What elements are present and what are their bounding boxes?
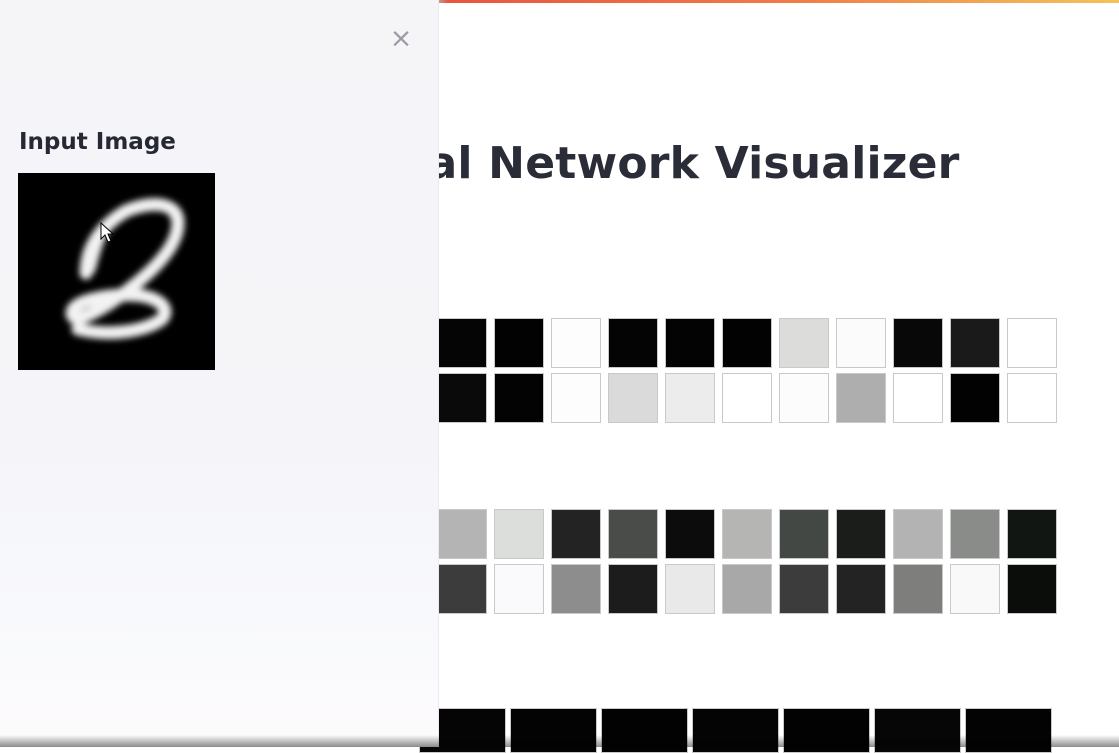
layer-2-neuron — [608, 509, 658, 559]
output-layer-neuron — [783, 708, 870, 753]
layer-2-neuron — [665, 509, 715, 559]
layer-2-neuron — [551, 509, 601, 559]
layer-1-neuron — [437, 373, 487, 423]
layer-1-neuron — [551, 373, 601, 423]
output-layer-neuron — [874, 708, 961, 753]
layer-2-neuron — [1007, 509, 1057, 559]
layer-1-neuron — [551, 318, 601, 368]
layer-2-neuron — [494, 564, 544, 614]
layer-1-neuron — [1007, 373, 1057, 423]
layer-1-neuron — [608, 373, 658, 423]
layer-1-neuron — [779, 318, 829, 368]
layer-1-neuron — [836, 373, 886, 423]
layer-2-neuron — [950, 509, 1000, 559]
layer-2-neuron — [665, 564, 715, 614]
layer-1-neuron — [722, 318, 772, 368]
layer-1-neuron — [437, 318, 487, 368]
layer-2-neuron — [950, 564, 1000, 614]
layer-1-neuron — [836, 318, 886, 368]
layer-1-neuron — [893, 318, 943, 368]
output-layer-neuron — [692, 708, 779, 753]
layer-1-neuron — [722, 373, 772, 423]
layer-1-neuron — [665, 318, 715, 368]
output-layer-neuron — [601, 708, 688, 753]
layer-2-neuron — [494, 509, 544, 559]
layer-1-neuron — [893, 373, 943, 423]
layer-1-neuron — [950, 373, 1000, 423]
layer-2-neuron — [836, 564, 886, 614]
layer-2-neuron — [836, 509, 886, 559]
layer-1-neuron — [1007, 318, 1057, 368]
sidebar: × Input Image — [0, 0, 438, 747]
layer-2-neuron — [722, 509, 772, 559]
sidebar-heading: Input Image — [19, 129, 176, 155]
layer-1-neuron — [494, 318, 544, 368]
layer-2-neuron — [608, 564, 658, 614]
layer-2-neuron — [779, 564, 829, 614]
layer-2-neuron — [437, 509, 487, 559]
handwritten-digit-image — [18, 173, 215, 370]
layer-1-neuron — [665, 373, 715, 423]
input-image — [18, 173, 215, 370]
layer-2-neuron — [551, 564, 601, 614]
mouse-cursor-icon — [100, 222, 114, 243]
output-layer-neuron — [510, 708, 597, 753]
layer-1-neuron — [779, 373, 829, 423]
layer-2-neuron — [779, 509, 829, 559]
close-icon[interactable]: × — [388, 25, 414, 52]
layer-2-neuron — [893, 564, 943, 614]
output-layer-neuron — [965, 708, 1052, 753]
layer-1-neuron — [494, 373, 544, 423]
layer-2-neuron — [1007, 564, 1057, 614]
layer-2-neuron — [437, 564, 487, 614]
layer-1-neuron — [950, 318, 1000, 368]
layer-1-neuron — [608, 318, 658, 368]
layer-2-neuron — [893, 509, 943, 559]
layer-2-neuron — [722, 564, 772, 614]
